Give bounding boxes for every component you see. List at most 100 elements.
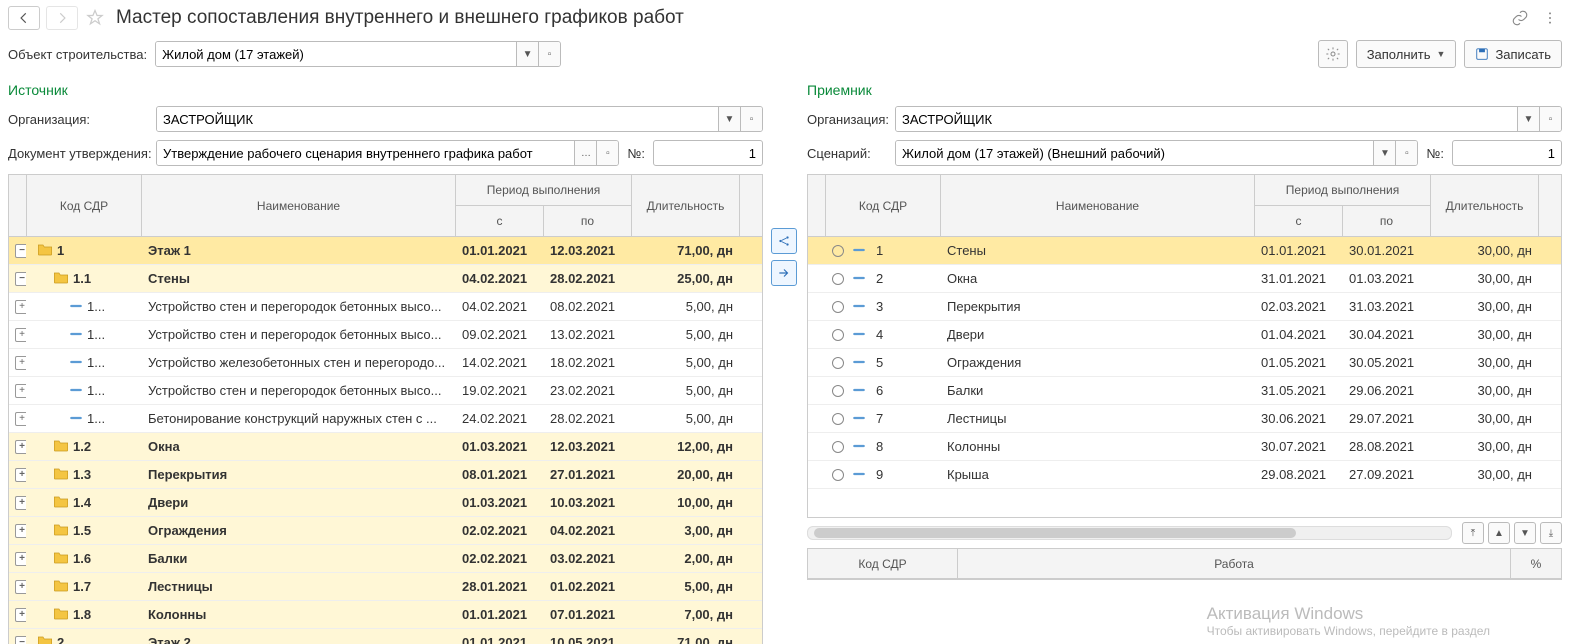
header-dur[interactable]: Длительность (1431, 175, 1539, 237)
link-icon[interactable] (1508, 6, 1532, 30)
header-period[interactable]: Период выполнения (1255, 175, 1431, 206)
table-row[interactable]: +1.6Балки02.02.202103.02.20212,00, дн (9, 545, 762, 573)
header-from[interactable]: с (456, 206, 544, 237)
header-name[interactable]: Наименование (941, 175, 1255, 237)
table-row[interactable]: 8Колонны30.07.202128.08.202130,00, дн (808, 433, 1561, 461)
expand-icon[interactable]: + (15, 468, 27, 482)
target-scen-combo[interactable]: ▼ ▫ (895, 140, 1418, 166)
favorite-icon[interactable] (84, 7, 106, 29)
target-num-input[interactable] (1452, 140, 1562, 166)
header-dur[interactable]: Длительность (632, 175, 740, 237)
table-row[interactable]: +1.5Ограждения02.02.202104.02.20213,00, … (9, 517, 762, 545)
expand-icon[interactable]: + (15, 580, 27, 594)
expand-icon[interactable]: + (15, 440, 27, 454)
radio-icon[interactable] (832, 413, 844, 425)
open-icon[interactable]: ▫ (1539, 107, 1561, 131)
table-row[interactable]: +1...Устройство стен и перегородок бетон… (9, 293, 762, 321)
table-row[interactable]: −2Этаж 201.01.202110.05.202171,00, дн (9, 629, 762, 644)
radio-icon[interactable] (832, 329, 844, 341)
object-open-icon[interactable]: ▫ (538, 42, 560, 66)
radio-icon[interactable] (832, 301, 844, 313)
save-button[interactable]: Записать (1464, 40, 1562, 68)
table-row[interactable]: +1.7Лестницы28.01.202101.02.20215,00, дн (9, 573, 762, 601)
table-row[interactable]: 2Окна31.01.202101.03.202130,00, дн (808, 265, 1561, 293)
expand-icon[interactable]: − (15, 636, 27, 644)
fill-button[interactable]: Заполнить ▼ (1356, 40, 1457, 68)
table-row[interactable]: −1.1Стены04.02.202128.02.202125,00, дн (9, 265, 762, 293)
expand-icon[interactable]: + (15, 384, 27, 398)
expand-icon[interactable]: + (15, 412, 27, 426)
move-down-button[interactable]: ▼ (1514, 522, 1536, 544)
expand-icon[interactable]: + (15, 300, 27, 314)
horizontal-scrollbar[interactable] (807, 526, 1452, 540)
table-row[interactable]: −1Этаж 101.01.202112.03.202171,00, дн (9, 237, 762, 265)
expand-icon[interactable]: + (15, 496, 27, 510)
radio-icon[interactable] (832, 441, 844, 453)
expand-icon[interactable]: − (15, 244, 27, 258)
header-name[interactable]: Наименование (142, 175, 456, 237)
object-combo[interactable]: ▼ ▫ (155, 41, 561, 67)
radio-icon[interactable] (832, 469, 844, 481)
table-row[interactable]: 6Балки31.05.202129.06.202130,00, дн (808, 377, 1561, 405)
header-code[interactable]: Код СДР (826, 175, 941, 237)
table-row[interactable]: 9Крыша29.08.202127.09.202130,00, дн (808, 461, 1561, 489)
radio-icon[interactable] (832, 245, 844, 257)
open-icon[interactable]: ▫ (1395, 141, 1417, 165)
dropdown-icon[interactable]: ▼ (718, 107, 740, 131)
foot-header-code[interactable]: Код СДР (808, 549, 958, 579)
source-org-input[interactable] (157, 107, 718, 131)
open-icon[interactable]: ▫ (596, 141, 618, 165)
table-row[interactable]: +1.8Колонны01.01.202107.01.20217,00, дн (9, 601, 762, 629)
foot-header-name[interactable]: Работа (958, 549, 1511, 579)
source-num-input[interactable] (653, 140, 763, 166)
table-row[interactable]: +1.2Окна01.03.202112.03.202112,00, дн (9, 433, 762, 461)
kebab-menu-icon[interactable] (1538, 6, 1562, 30)
target-scen-input[interactable] (896, 141, 1373, 165)
target-org-input[interactable] (896, 107, 1517, 131)
table-row[interactable]: 5Ограждения01.05.202130.05.202130,00, дн (808, 349, 1561, 377)
dropdown-icon[interactable]: ▼ (1373, 141, 1395, 165)
move-up-button[interactable]: ▲ (1488, 522, 1510, 544)
foot-header-pct[interactable]: % (1511, 549, 1561, 579)
transfer-right-button[interactable] (771, 260, 797, 286)
open-icon[interactable]: ▫ (740, 107, 762, 131)
expand-icon[interactable]: + (15, 552, 27, 566)
ellipsis-icon[interactable]: … (574, 141, 596, 165)
table-row[interactable]: +1...Бетонирование конструкций наружных … (9, 405, 762, 433)
move-bottom-button[interactable]: ⤓ (1540, 522, 1562, 544)
table-row[interactable]: 7Лестницы30.06.202129.07.202130,00, дн (808, 405, 1561, 433)
object-dropdown-icon[interactable]: ▼ (516, 42, 538, 66)
radio-icon[interactable] (832, 385, 844, 397)
dropdown-icon[interactable]: ▼ (1517, 107, 1539, 131)
table-row[interactable]: 3Перекрытия02.03.202131.03.202130,00, дн (808, 293, 1561, 321)
header-period[interactable]: Период выполнения (456, 175, 632, 206)
expand-icon[interactable]: − (15, 272, 27, 286)
back-button[interactable] (8, 6, 40, 30)
table-row[interactable]: +1...Устройство стен и перегородок бетон… (9, 321, 762, 349)
radio-icon[interactable] (832, 273, 844, 285)
table-row[interactable]: 1Стены01.01.202130.01.202130,00, дн (808, 237, 1561, 265)
expand-icon[interactable]: + (15, 524, 27, 538)
forward-button[interactable] (46, 6, 78, 30)
source-doc-input[interactable] (157, 141, 574, 165)
header-to[interactable]: по (1343, 206, 1431, 237)
table-row[interactable]: +1...Устройство стен и перегородок бетон… (9, 377, 762, 405)
source-doc-combo[interactable]: … ▫ (156, 140, 619, 166)
expand-icon[interactable]: + (15, 356, 27, 370)
expand-icon[interactable]: + (15, 328, 27, 342)
expand-icon[interactable]: + (15, 608, 27, 622)
move-top-button[interactable]: ⤒ (1462, 522, 1484, 544)
object-input[interactable] (156, 42, 516, 66)
radio-icon[interactable] (832, 357, 844, 369)
table-row[interactable]: 4Двери01.04.202130.04.202130,00, дн (808, 321, 1561, 349)
table-row[interactable]: +1...Устройство железобетонных стен и пе… (9, 349, 762, 377)
source-org-combo[interactable]: ▼ ▫ (156, 106, 763, 132)
table-row[interactable]: +1.3Перекрытия08.01.202127.01.202120,00,… (9, 461, 762, 489)
settings-button[interactable] (1318, 40, 1348, 68)
table-row[interactable]: +1.4Двери01.03.202110.03.202110,00, дн (9, 489, 762, 517)
header-from[interactable]: с (1255, 206, 1343, 237)
header-to[interactable]: по (544, 206, 632, 237)
transfer-left-button[interactable] (771, 228, 797, 254)
header-code[interactable]: Код СДР (27, 175, 142, 237)
target-org-combo[interactable]: ▼ ▫ (895, 106, 1562, 132)
